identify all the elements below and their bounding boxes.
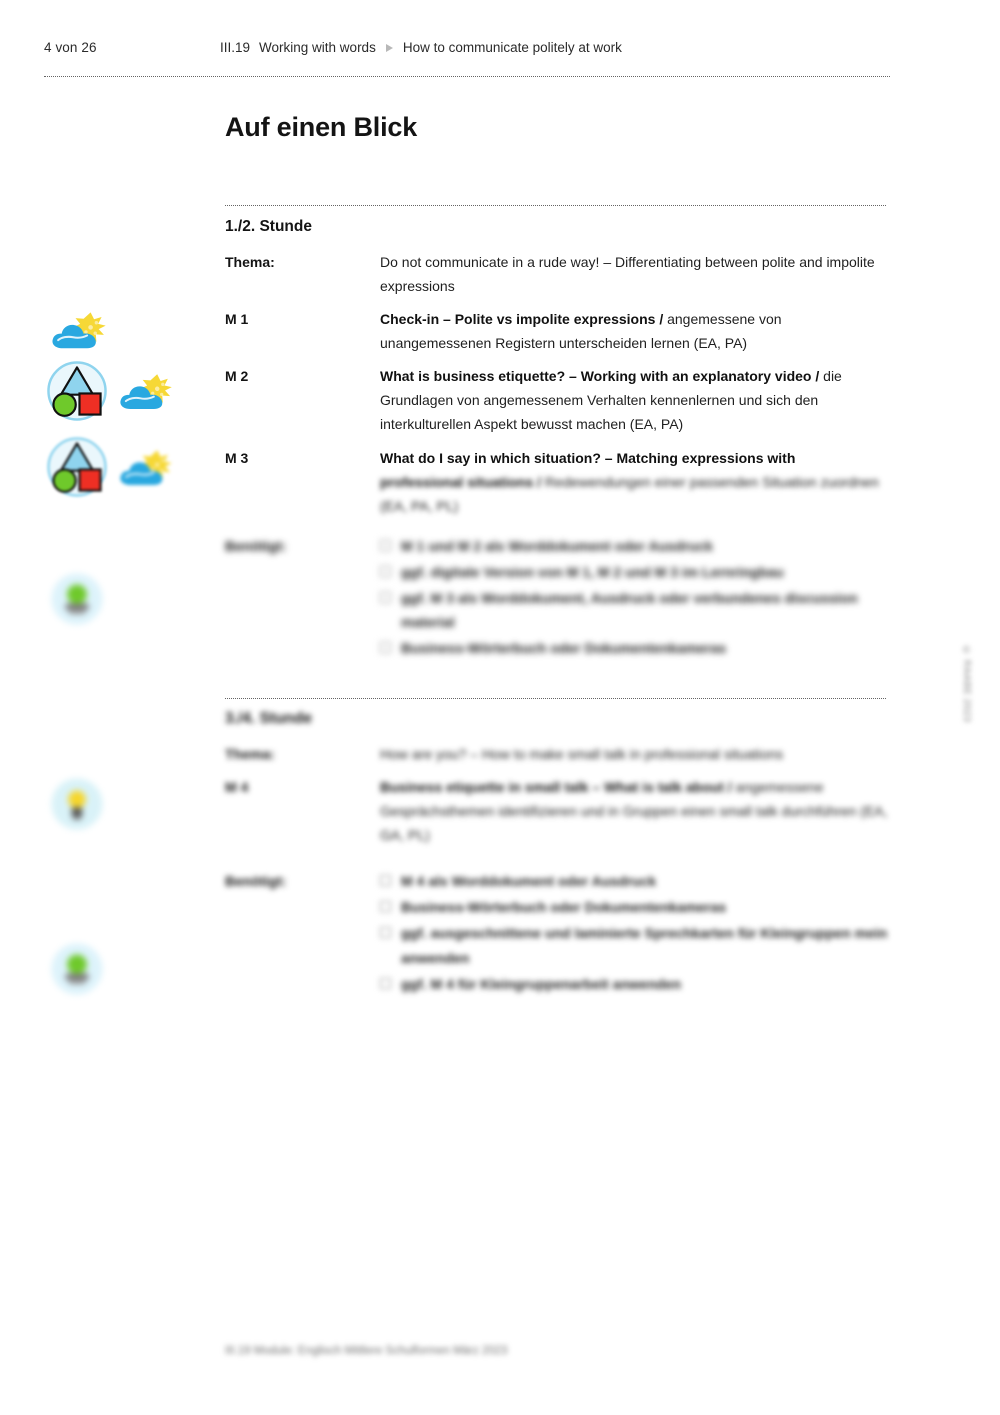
margin-copyright-note: © RAABE 2023: [961, 645, 972, 723]
triangle-right-icon: [385, 43, 393, 52]
cloud-media-icon: [50, 310, 108, 353]
list-item-label: M 1 und M 2 als Worddokument oder Ausdru…: [401, 537, 713, 554]
list-item[interactable]: ggf. digitale Version von M 1, M 2 und M…: [380, 560, 890, 584]
row-label: Benötigt:: [225, 537, 287, 554]
row-body: What do I say in which situation? – Matc…: [380, 446, 890, 470]
document-page: 4 von 26 III.19 Working with words How t…: [0, 0, 1000, 1415]
row-label: M 1: [225, 311, 249, 328]
header-divider: [44, 76, 890, 77]
section-heading: 1./2. Stunde: [225, 218, 312, 235]
row-body: How are you? – How to make small talk in…: [380, 742, 890, 766]
list-item-label: Business-Wörterbuch oder Dokumentenkamer…: [401, 899, 727, 916]
list-item-label: ggf. digitale Version von M 1, M 2 und M…: [401, 563, 784, 580]
section-heading: 3./4. Stunde: [225, 710, 312, 727]
row-m1: M 1 Check-in – Polite vs impolite expres…: [225, 307, 890, 355]
row-body-text: Do not communicate in a rude way! – Diff…: [380, 254, 875, 295]
breadcrumb-code: III.19: [220, 40, 251, 55]
row-body: professional situations / Redewendungen …: [380, 470, 890, 518]
page-footer: III.19 Module: Englisch Mittlere Schulfo…: [225, 1345, 508, 1357]
row-m3: M 3 What do I say in which situation? – …: [225, 446, 890, 470]
list-item-label: Business-Wörterbuch oder Dokumentenkamer…: [401, 640, 727, 657]
section-2-divider: [225, 698, 886, 699]
row-label: Thema:: [225, 254, 275, 270]
list-item-label: M 4 als Worddokument oder Ausdruck: [401, 873, 657, 890]
row-body: What is business etiquette? – Working wi…: [380, 364, 890, 436]
row-requirements-2: Benötigt: M 4 als Worddokument oder Ausd…: [225, 869, 890, 997]
list-item[interactable]: Business-Wörterbuch oder Dokumentenkamer…: [380, 895, 890, 919]
list-item[interactable]: ggf. ausgeschnittene und laminierte Spre…: [380, 921, 890, 969]
bulb-yellow-icon: [48, 775, 106, 833]
section-1-divider: [225, 205, 886, 206]
breadcrumb-topic: How to communicate politely at work: [402, 40, 622, 55]
list-item[interactable]: M 4 als Worddokument oder Ausdruck: [380, 869, 890, 893]
cloud-media-icon-3: [118, 448, 174, 489]
row-body-bold: What is business etiquette? – Working wi…: [380, 368, 820, 385]
list-item-label: ggf. M 4 für Kleingruppenarbeit anwenden: [401, 975, 682, 992]
list-item[interactable]: ggf. M 3 als Worddokument, Ausdruck oder…: [380, 586, 890, 634]
row-label: M 2: [225, 368, 249, 385]
row-body: M 1 und M 2 als Worddokument oder Ausdru…: [380, 534, 890, 662]
lamp-green-icon: [48, 570, 106, 628]
row-label: M 4: [225, 779, 249, 796]
row-label: Benötigt:: [225, 873, 287, 890]
row-body-bold: Business etiquette in small talk – What …: [380, 779, 732, 796]
lamp-green-icon-2: [48, 940, 106, 998]
row-requirements-1: Benötigt: M 1 und M 2 als Worddokument o…: [225, 534, 890, 662]
row-label: Thema:: [225, 746, 275, 762]
row-m2: M 2 What is business etiquette? – Workin…: [225, 364, 890, 436]
list-item[interactable]: ggf. M 4 für Kleingruppenarbeit anwenden: [380, 972, 890, 996]
section-lesson-1: 1./2. Stunde Thema: Do not communicate i…: [225, 218, 890, 671]
list-item[interactable]: M 1 und M 2 als Worddokument oder Ausdru…: [380, 534, 890, 558]
page-title: Auf einen Blick: [225, 112, 418, 142]
list-item[interactable]: Business-Wörterbuch oder Dokumentenkamer…: [380, 636, 890, 660]
row-body-bold: professional situations /: [380, 473, 542, 490]
row-body: Check-in – Polite vs impolite expression…: [380, 307, 890, 355]
row-body: Business etiquette in small talk – What …: [380, 775, 890, 847]
row-body-bold: What do I say in which situation? – Matc…: [380, 449, 796, 466]
header-page-number: 4 von 26: [44, 40, 97, 55]
row-m4: M 4 Business etiquette in small talk – W…: [225, 775, 890, 847]
shapes-circle-icon-2: [46, 436, 108, 498]
row-label: M 3: [225, 449, 249, 466]
row-thema-2: Thema: How are you? – How to make small …: [225, 742, 890, 766]
cloud-media-icon-2: [118, 372, 174, 413]
requirements-list: M 4 als Worddokument oder Ausdruck Busin…: [380, 869, 890, 995]
row-body: M 4 als Worddokument oder Ausdruck Busin…: [380, 869, 890, 997]
section-lesson-2: 3./4. Stunde Thema: How are you? – How t…: [225, 710, 890, 1007]
breadcrumb-section: Working with words: [259, 40, 376, 55]
breadcrumb: III.19 Working with words How to communi…: [220, 40, 622, 55]
row-thema: Thema: Do not communicate in a rude way!…: [225, 250, 890, 298]
list-item-label: ggf. M 3 als Worddokument, Ausdruck oder…: [401, 589, 858, 631]
row-body-bold: Check-in – Polite vs impolite expression…: [380, 311, 664, 328]
row-m3-continuation: professional situations / Redewendungen …: [225, 470, 890, 518]
requirements-list: M 1 und M 2 als Worddokument oder Ausdru…: [380, 534, 890, 660]
list-item-label: ggf. ausgeschnittene und laminierte Spre…: [401, 925, 888, 966]
page-header: 4 von 26 III.19 Working with words How t…: [44, 40, 890, 64]
row-body: Do not communicate in a rude way! – Diff…: [380, 250, 890, 298]
shapes-circle-icon: [46, 360, 108, 422]
row-body-text: How are you? – How to make small talk in…: [380, 746, 784, 762]
